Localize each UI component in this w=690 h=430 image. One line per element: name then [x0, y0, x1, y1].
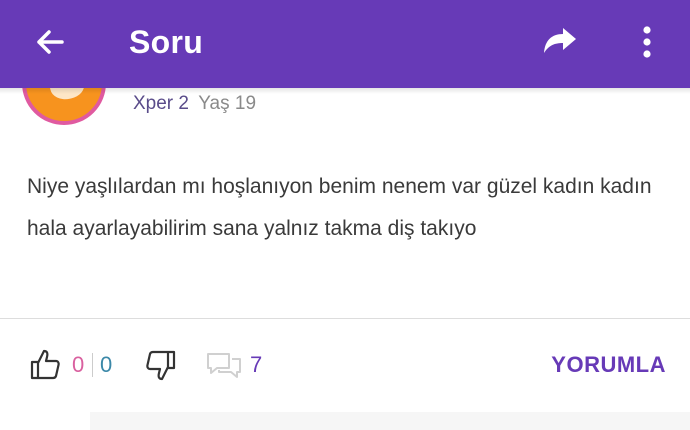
action-bar: 0 0 7 YORUMLA — [0, 338, 690, 394]
app-bar: Soru — [0, 0, 690, 88]
next-card-edge — [90, 412, 690, 430]
app-bar-shadow — [0, 88, 690, 94]
thumbs-up-icon[interactable] — [30, 348, 60, 380]
share-icon — [544, 28, 576, 53]
thumbs-down-icon[interactable] — [146, 350, 176, 382]
arrow-left-icon — [37, 30, 64, 54]
more-vert-icon — [643, 26, 651, 58]
comments-icon[interactable] — [205, 351, 243, 379]
comment-count: 7 — [250, 352, 263, 377]
share-button[interactable] — [538, 22, 582, 62]
vote-separator — [92, 353, 93, 377]
back-button[interactable] — [30, 22, 70, 62]
divider — [0, 318, 690, 319]
user-level: Xper 2 — [133, 93, 189, 114]
downvote-count: 0 — [100, 352, 113, 377]
upvote-count: 0 — [72, 352, 85, 377]
page-title: Soru — [129, 24, 204, 60]
author-info: Xper 2 Yaş 19 — [133, 92, 256, 116]
more-options-button[interactable] — [630, 20, 664, 64]
answer-text: Niye yaşlılardan mı hoşlanıyon benim nen… — [27, 175, 652, 240]
comment-button[interactable]: YORUMLA — [551, 352, 666, 378]
user-age: Yaş 19 — [198, 93, 257, 114]
